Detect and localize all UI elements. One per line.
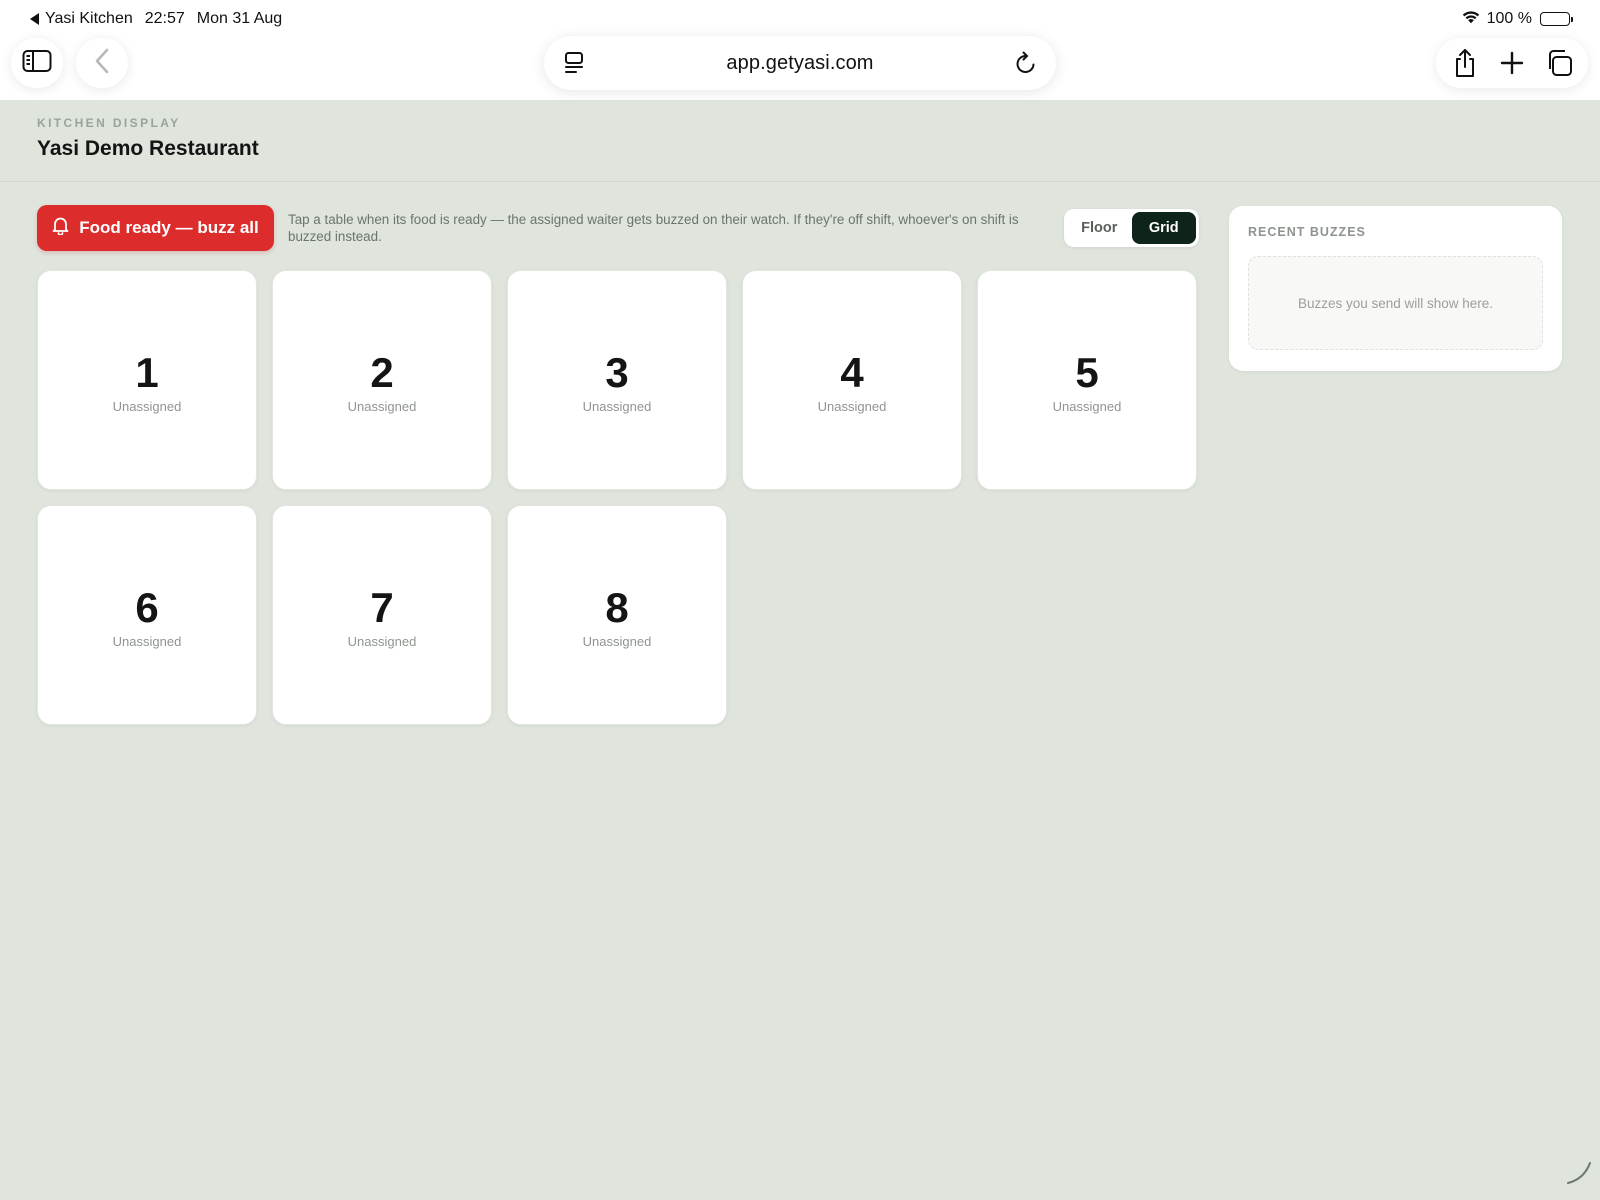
table-card-6[interactable]: 6 Unassigned [37,505,257,725]
battery-icon [1540,12,1573,26]
table-number: 1 [135,348,159,396]
table-number: 4 [840,348,864,396]
table-grid: 1 Unassigned 2 Unassigned 3 Unassigned 4… [37,270,1201,725]
table-waiter: Unassigned [582,398,652,414]
view-option-grid[interactable]: Grid [1131,212,1196,244]
buzz-all-label: Food ready — buzz all [79,218,259,237]
recent-buzzes-empty-state: Buzzes you send will show here. [1248,256,1543,350]
browser-actions [1436,38,1588,88]
table-waiter: Unassigned [347,398,417,414]
table-number: 7 [370,583,394,631]
table-waiter: Unassigned [582,633,652,649]
table-number: 3 [605,348,629,396]
table-card-3[interactable]: 3 Unassigned [507,270,727,490]
instruction-text: Tap a table when its food is ready — the… [288,212,1019,244]
table-waiter: Unassigned [112,633,182,649]
status-time: 22:57 [144,10,185,27]
recent-buzzes-panel: RECENT BUZZES Buzzes you send will show … [1229,206,1562,371]
battery-percentage: 100 % [1486,10,1532,27]
url-text[interactable]: app.getyasi.com [726,52,873,75]
chevron-left-icon [94,48,110,79]
table-waiter: Unassigned [817,398,887,414]
address-bar[interactable]: app.getyasi.com [544,36,1056,90]
table-waiter: Unassigned [112,398,182,414]
browser-chrome: Yasi Kitchen 22:57 Mon 31 Aug 100 % app.… [0,0,1600,100]
bell-icon [52,216,69,240]
sidebar-toggle-button[interactable] [11,38,63,88]
status-bar-right: 100 % [1461,9,1573,29]
browser-back-button[interactable] [76,38,128,88]
tabs-icon[interactable] [1539,43,1579,83]
view-option-floor[interactable]: Floor [1067,212,1132,244]
table-card-2[interactable]: 2 Unassigned [272,270,492,490]
recent-buzzes-title: RECENT BUZZES [1248,225,1366,239]
table-card-4[interactable]: 4 Unassigned [742,270,962,490]
sidebar-icon [22,49,52,78]
page-title: Yasi Demo Restaurant [37,137,259,160]
resize-handle-icon [1564,1157,1594,1192]
back-to-app-label[interactable]: Yasi Kitchen [45,10,133,28]
table-number: 5 [1075,348,1099,396]
buzz-all-button[interactable]: Food ready — buzz all [37,205,274,251]
status-bar-left: Yasi Kitchen 22:57 Mon 31 Aug [30,9,282,29]
back-to-app-icon[interactable] [30,13,39,25]
share-icon[interactable] [1445,43,1485,83]
table-number: 2 [370,348,394,396]
table-card-5[interactable]: 5 Unassigned [977,270,1197,490]
table-waiter: Unassigned [347,633,417,649]
table-card-8[interactable]: 8 Unassigned [507,505,727,725]
table-waiter: Unassigned [1052,398,1122,414]
table-number: 6 [135,583,159,631]
reload-icon[interactable] [1012,49,1040,77]
table-card-7[interactable]: 7 Unassigned [272,505,492,725]
table-number: 8 [605,583,629,631]
page-header: KITCHEN DISPLAY Yasi Demo Restaurant [0,100,1600,182]
plus-icon[interactable] [1492,43,1532,83]
reader-icon[interactable] [560,49,588,77]
page-eyebrow: KITCHEN DISPLAY [37,116,181,130]
table-card-1[interactable]: 1 Unassigned [37,270,257,490]
wifi-icon [1461,9,1481,29]
status-date: Mon 31 Aug [196,10,283,27]
view-toggle: Floor Grid [1064,209,1199,247]
